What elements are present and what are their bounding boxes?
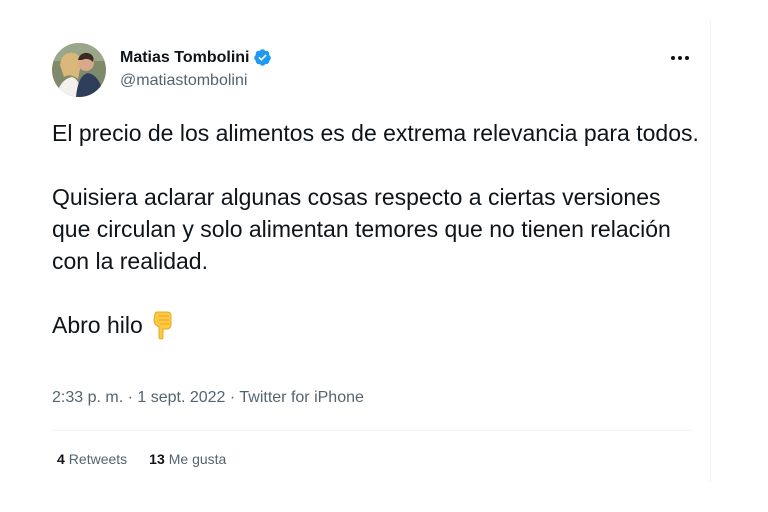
tweet-date: 1 sept. 2022 <box>137 389 226 406</box>
avatar[interactable] <box>52 43 106 97</box>
tweet-paragraph: El precio de los alimentos es de extrema… <box>52 120 699 146</box>
likes-count: 13 <box>149 451 165 467</box>
likes-stat[interactable]: 13 Me gusta <box>149 451 226 467</box>
meta-separator: · <box>225 389 240 406</box>
retweets-count: 4 <box>57 451 65 467</box>
likes-label: Me gusta <box>168 451 227 467</box>
author-handle[interactable]: @matiastombolini <box>120 72 247 90</box>
divider <box>52 430 692 431</box>
meta-separator: · <box>123 389 138 406</box>
author-name-row: Matias Tombolini <box>120 48 272 67</box>
author-display-name[interactable]: Matias Tombolini <box>120 49 249 67</box>
tweet-meta: 2:33 p. m. · 1 sept. 2022 · Twitter for … <box>52 389 364 407</box>
retweets-label: Retweets <box>68 451 128 467</box>
tweet-paragraph-last: Abro hilo <box>52 309 702 341</box>
avatar-photo-icon <box>52 43 106 97</box>
verified-badge-icon <box>254 49 272 66</box>
card-border <box>710 20 711 482</box>
pointing-down-hand-icon <box>153 311 172 340</box>
tweet-stats: 4 Retweets 13 Me gusta <box>57 451 226 467</box>
tweet-text: El precio de los alimentos es de extrema… <box>52 117 702 341</box>
tweet-source-link[interactable]: Twitter for iPhone <box>239 389 364 406</box>
retweets-stat[interactable]: 4 Retweets <box>57 451 127 467</box>
tweet-paragraph: Quisiera aclarar algunas cosas respecto … <box>52 184 671 274</box>
tweet-paragraph-text: Abro hilo <box>52 312 143 338</box>
tweet-time-link[interactable]: 2:33 p. m. · 1 sept. 2022 <box>52 389 225 406</box>
tweet-time: 2:33 p. m. <box>52 389 124 406</box>
more-options-icon[interactable] <box>668 48 692 68</box>
